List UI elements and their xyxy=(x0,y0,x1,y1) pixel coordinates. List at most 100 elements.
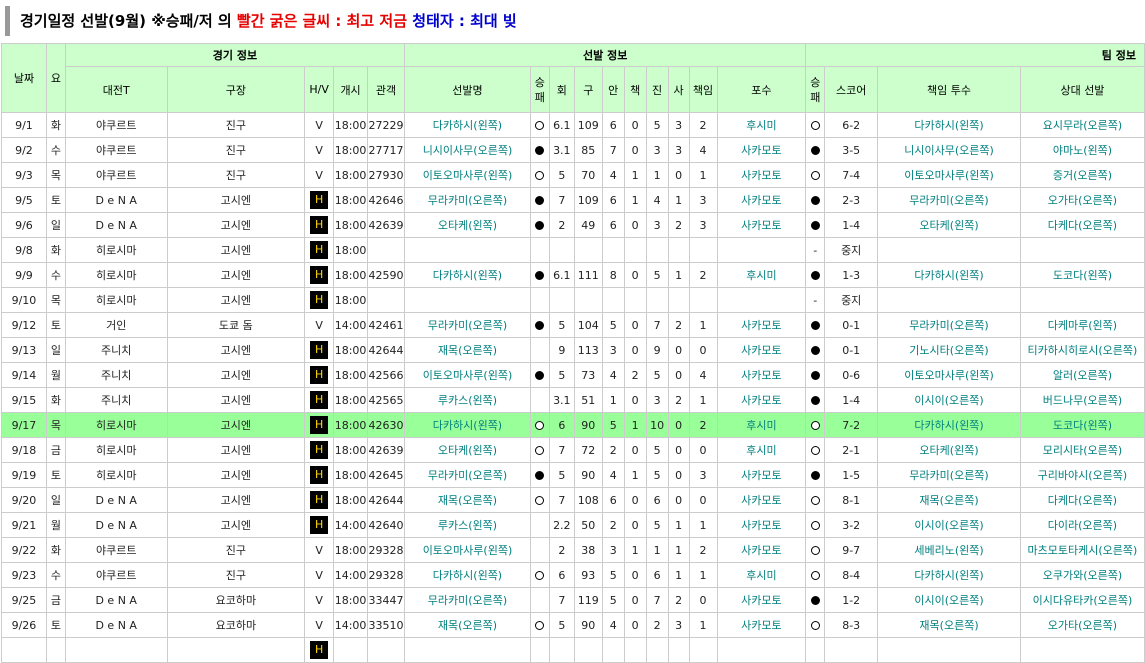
catcher-link[interactable]: 사카모토 xyxy=(716,212,807,238)
catcher-link[interactable]: 사카모토 xyxy=(716,337,807,363)
starter-link[interactable]: 재목(오른쪽) xyxy=(404,337,531,363)
starter-link[interactable]: 오타케(왼쪽) xyxy=(404,437,531,463)
table-row: H xyxy=(1,637,1145,663)
catcher-link[interactable]: 후시미 xyxy=(716,112,807,138)
opp-starter-link[interactable]: 요시무라(오른쪽) xyxy=(1019,112,1145,138)
catcher-link[interactable] xyxy=(716,637,807,663)
resp-pitcher-link[interactable]: 이토오마사루(왼쪽) xyxy=(877,362,1021,388)
catcher-link[interactable]: 사카모토 xyxy=(716,487,807,513)
starter-link[interactable]: 무라카미(오른쪽) xyxy=(404,587,531,613)
opp-starter-link[interactable]: 구리바야시(오른쪽) xyxy=(1019,462,1145,488)
date-cell: 9/5 xyxy=(1,187,47,213)
opp-starter-link[interactable]: 도코다(왼쪽) xyxy=(1019,412,1145,438)
catcher-link[interactable]: 사카모토 xyxy=(716,612,807,638)
opp-starter-link[interactable] xyxy=(1019,237,1145,263)
innings-cell: 5 xyxy=(548,312,575,338)
table-row: 9/14 월 주니치 고시엔 H 18:00 42566 이토오마사루(왼쪽) 5 73 4 2 5 0 4… xyxy=(1,362,1145,388)
resp-pitcher-link[interactable]: 이토오마사루(왼쪽) xyxy=(877,162,1021,188)
resp-pitcher-link[interactable]: 무라카미(오른쪽) xyxy=(877,187,1021,213)
starter-link[interactable] xyxy=(404,237,531,263)
resp-pitcher-link[interactable]: 세베리노(왼쪽) xyxy=(877,537,1021,563)
resp-pitcher-link[interactable]: 다카하시(왼쪽) xyxy=(877,412,1021,438)
catcher-link[interactable]: 사카모토 xyxy=(716,362,807,388)
opp-starter-link[interactable]: 모리시타(오른쪽) xyxy=(1019,437,1145,463)
catcher-link[interactable] xyxy=(716,287,807,313)
hits-cell: 4 xyxy=(601,462,625,488)
starter-link[interactable]: 재목(오른쪽) xyxy=(404,612,531,638)
starter-link[interactable]: 오타케(왼쪽) xyxy=(404,212,531,238)
opp-starter-link[interactable]: 티카하시히로시(오른쪽) xyxy=(1019,337,1145,363)
catcher-link[interactable]: 후시미 xyxy=(716,412,807,438)
catcher-link[interactable]: 후시미 xyxy=(716,562,807,588)
opp-starter-link[interactable]: 도코다(왼쪽) xyxy=(1019,262,1145,288)
resp-pitcher-link[interactable] xyxy=(877,637,1021,663)
opp-starter-link[interactable]: 야마노(왼쪽) xyxy=(1019,137,1145,163)
opp-starter-link[interactable]: 다케다(오른쪽) xyxy=(1019,212,1145,238)
resp-pitcher-link[interactable] xyxy=(877,287,1021,313)
opp-starter-link[interactable]: 다케다(오른쪽) xyxy=(1019,487,1145,513)
resp-pitcher-link[interactable]: 무라카미(오른쪽) xyxy=(877,312,1021,338)
resp-pitcher-link[interactable]: 오타케(왼쪽) xyxy=(877,437,1021,463)
resp-pitcher-link[interactable]: 니시이사무(오른쪽) xyxy=(877,137,1021,163)
opp-starter-link[interactable]: 다이라(오른쪽) xyxy=(1019,512,1145,538)
resp-pitcher-link[interactable]: 재목(오른쪽) xyxy=(877,487,1021,513)
starter-link[interactable]: 이토오마사루(왼쪽) xyxy=(404,362,531,388)
opp-starter-link[interactable]: 오가타(오른쪽) xyxy=(1019,612,1145,638)
starter-link[interactable]: 다카하시(왼쪽) xyxy=(404,412,531,438)
opp-starter-link[interactable]: 오쿠가와(오른쪽) xyxy=(1019,562,1145,588)
starter-link[interactable] xyxy=(404,287,531,313)
resp-pitcher-link[interactable] xyxy=(877,237,1021,263)
opp-starter-link[interactable]: 마츠모토타케시(오른쪽) xyxy=(1019,537,1145,563)
opp-starter-link[interactable]: 이시다유타카(오른쪽) xyxy=(1019,587,1145,613)
resp-pitcher-link[interactable]: 무라카미(오른쪽) xyxy=(877,462,1021,488)
runs-cell: 1 xyxy=(688,562,718,588)
attendance-cell xyxy=(367,637,406,663)
starter-link[interactable]: 이토오마사루(왼쪽) xyxy=(404,162,531,188)
resp-pitcher-link[interactable]: 오타케(왼쪽) xyxy=(877,212,1021,238)
bb-cell: 2 xyxy=(667,387,690,413)
catcher-link[interactable]: 후시미 xyxy=(716,262,807,288)
opp-starter-link[interactable]: 다케마루(왼쪽) xyxy=(1019,312,1145,338)
opp-starter-link[interactable]: 증거(오른쪽) xyxy=(1019,162,1145,188)
catcher-link[interactable] xyxy=(716,237,807,263)
opp-starter-link[interactable]: 알러(오른쪽) xyxy=(1019,362,1145,388)
starter-link[interactable]: 다카하시(왼쪽) xyxy=(404,562,531,588)
resp-pitcher-link[interactable]: 다카하시(왼쪽) xyxy=(877,112,1021,138)
starter-link[interactable]: 무라카미(오른쪽) xyxy=(404,187,531,213)
resp-pitcher-link[interactable]: 기노시타(오른쪽) xyxy=(877,337,1021,363)
catcher-link[interactable]: 사카모토 xyxy=(716,137,807,163)
starter-link[interactable]: 다카하시(왼쪽) xyxy=(404,112,531,138)
resp-pitcher-link[interactable]: 이시이(오른쪽) xyxy=(877,512,1021,538)
catcher-link[interactable]: 사카모토 xyxy=(716,187,807,213)
hv-cell: H xyxy=(304,487,335,513)
catcher-link[interactable]: 사카모토 xyxy=(716,512,807,538)
opp-starter-link[interactable] xyxy=(1019,287,1145,313)
catcher-link[interactable]: 사카모토 xyxy=(716,312,807,338)
starter-link[interactable]: 니시이사무(오른쪽) xyxy=(404,137,531,163)
resp-pitcher-link[interactable]: 이시이(오른쪽) xyxy=(877,587,1021,613)
starter-link[interactable]: 루카스(왼쪽) xyxy=(404,387,531,413)
catcher-link[interactable]: 사카모토 xyxy=(716,587,807,613)
date-cell: 9/10 xyxy=(1,287,47,313)
catcher-link[interactable]: 사카모토 xyxy=(716,162,807,188)
opp-starter-link[interactable] xyxy=(1019,637,1145,663)
catcher-link[interactable]: 사카모토 xyxy=(716,537,807,563)
starter-link[interactable] xyxy=(404,637,531,663)
resp-pitcher-link[interactable]: 다카하시(왼쪽) xyxy=(877,262,1021,288)
catcher-link[interactable]: 사카모토 xyxy=(716,387,807,413)
starter-link[interactable]: 루카스(왼쪽) xyxy=(404,512,531,538)
resp-pitcher-link[interactable]: 다카하시(왼쪽) xyxy=(877,562,1021,588)
starter-link[interactable]: 재목(오른쪽) xyxy=(404,487,531,513)
opp-starter-link[interactable]: 오가타(오른쪽) xyxy=(1019,187,1145,213)
bb-cell: 1 xyxy=(667,562,690,588)
starter-link[interactable]: 다카하시(왼쪽) xyxy=(404,262,531,288)
win-marker-icon xyxy=(535,571,545,580)
starter-link[interactable]: 이토오마사루(왼쪽) xyxy=(404,537,531,563)
starter-link[interactable]: 무라카미(오른쪽) xyxy=(404,462,531,488)
starter-link[interactable]: 무라카미(오른쪽) xyxy=(404,312,531,338)
opp-starter-link[interactable]: 버드나무(오른쪽) xyxy=(1019,387,1145,413)
catcher-link[interactable]: 후시미 xyxy=(716,437,807,463)
catcher-link[interactable]: 사카모토 xyxy=(716,462,807,488)
resp-pitcher-link[interactable]: 재목(오른쪽) xyxy=(877,612,1021,638)
resp-pitcher-link[interactable]: 이시이(오른쪽) xyxy=(877,387,1021,413)
